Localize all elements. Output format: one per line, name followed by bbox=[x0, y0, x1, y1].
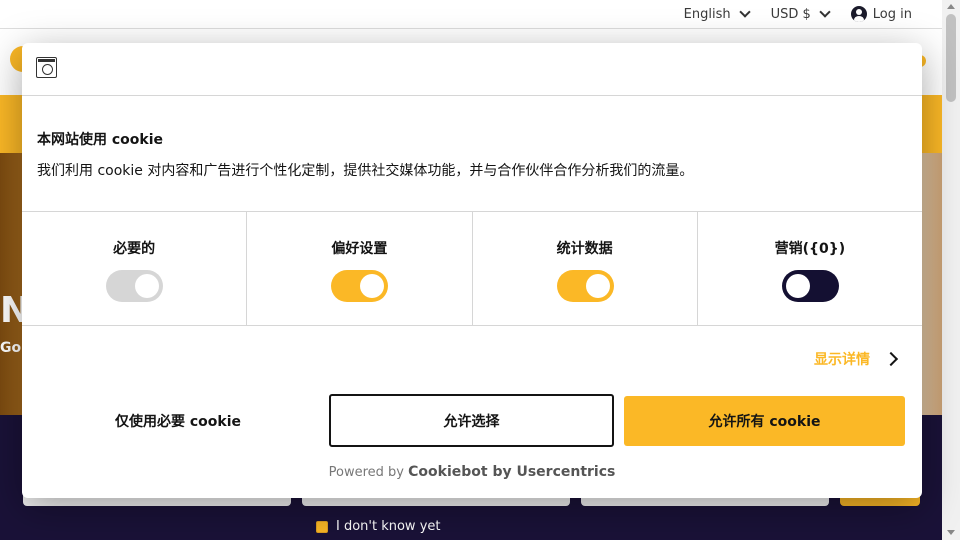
toggle-label: 营销({0}) bbox=[774, 241, 846, 257]
toggle-necessary: 必要的 bbox=[22, 212, 248, 325]
hero-subtitle: Go bbox=[0, 340, 22, 356]
dialog-header bbox=[22, 43, 922, 96]
cookie-consent-dialog: 本网站使用 cookie 我们利用 cookie 对内容和广告进行个性化定制，提… bbox=[22, 43, 922, 498]
dialog-title: 本网站使用 cookie bbox=[37, 132, 164, 148]
switch-knob bbox=[135, 274, 160, 298]
language-selector[interactable]: English bbox=[683, 6, 751, 22]
toggle-label: 偏好设置 bbox=[331, 241, 388, 257]
switch-knob bbox=[360, 274, 385, 298]
toggle-preferences: 偏好设置 bbox=[247, 212, 473, 325]
consent-toggles: 必要的 偏好设置 统计数据 营销({0}) bbox=[22, 211, 922, 326]
toggle-marketing: 营销({0}) bbox=[698, 212, 922, 325]
necessary-switch bbox=[106, 270, 164, 302]
necessary-only-button[interactable]: 仅使用必要 cookie bbox=[37, 394, 319, 447]
language-label: English bbox=[683, 6, 731, 22]
powered-prefix: Powered by bbox=[328, 465, 404, 480]
statistics-switch[interactable] bbox=[556, 270, 614, 302]
chevron-down-icon bbox=[819, 6, 831, 18]
marketing-switch[interactable] bbox=[781, 270, 839, 302]
chevron-right-icon bbox=[883, 351, 899, 367]
allow-all-button[interactable]: 允许所有 cookie bbox=[624, 396, 905, 446]
toggle-label: 必要的 bbox=[113, 241, 156, 257]
currency-label: USD $ bbox=[770, 6, 811, 22]
dialog-description: 我们利用 cookie 对内容和广告进行个性化定制，提供社交媒体功能，并与合作伙… bbox=[37, 163, 694, 179]
switch-knob bbox=[785, 274, 810, 298]
checkbox-icon[interactable] bbox=[316, 520, 328, 533]
show-details-link[interactable]: 显示详情 bbox=[814, 349, 899, 369]
user-icon bbox=[850, 6, 867, 22]
checkbox-label: I don't know yet bbox=[336, 519, 441, 534]
page-scrollbar[interactable] bbox=[942, 0, 960, 540]
currency-selector[interactable]: USD $ bbox=[770, 6, 831, 22]
chevron-down-icon bbox=[738, 6, 751, 18]
top-utility-bar: English USD $ Log in bbox=[0, 0, 942, 29]
scroll-down-icon[interactable] bbox=[947, 530, 955, 535]
login-link[interactable]: Log in bbox=[850, 6, 912, 22]
allow-selection-button[interactable]: 允许选择 bbox=[329, 394, 614, 447]
scroll-up-icon[interactable] bbox=[947, 4, 955, 9]
switch-knob bbox=[585, 274, 610, 298]
powered-brand: Cookiebot by Usercentrics bbox=[408, 464, 616, 480]
dont-know-checkbox[interactable]: I don't know yet bbox=[316, 519, 441, 534]
toggle-label: 统计数据 bbox=[556, 241, 613, 257]
powered-by[interactable]: Powered by Cookiebot by Usercentrics bbox=[22, 464, 922, 480]
cookiebot-logo-icon bbox=[36, 57, 57, 78]
preferences-switch[interactable] bbox=[331, 270, 389, 302]
scroll-thumb[interactable] bbox=[946, 14, 956, 102]
toggle-statistics: 统计数据 bbox=[473, 212, 698, 325]
show-details-label: 显示详情 bbox=[814, 352, 870, 368]
login-label: Log in bbox=[872, 6, 912, 22]
